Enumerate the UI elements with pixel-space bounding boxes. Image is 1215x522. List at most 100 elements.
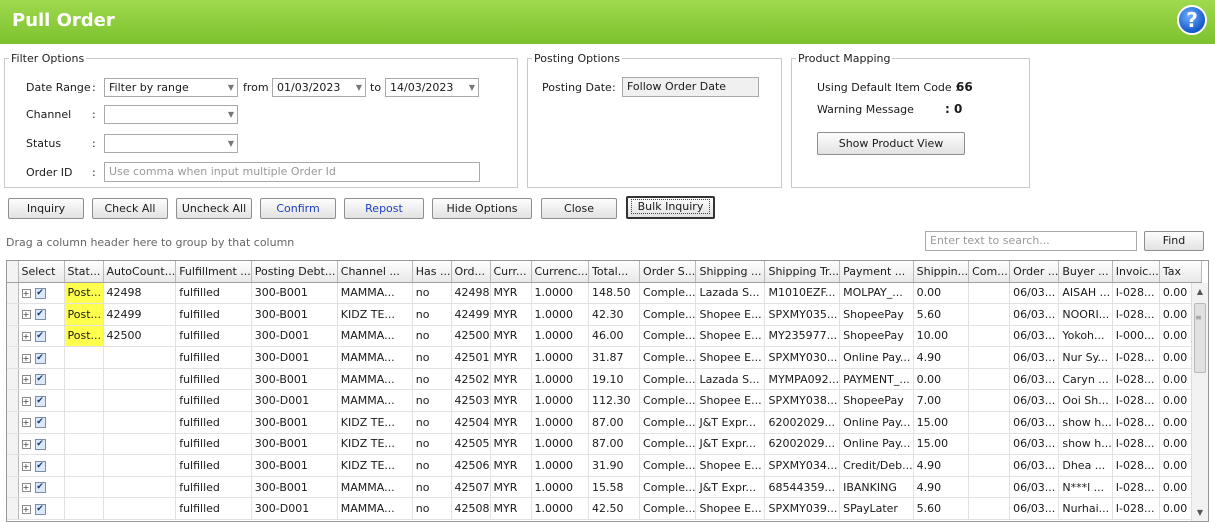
column-header[interactable]: Shippin... [913,261,970,283]
to-date-picker[interactable]: 14/03/2023 ▼ [385,78,479,97]
expand-icon[interactable]: + [21,504,31,514]
from-date-picker[interactable]: 01/03/2023 ▼ [272,78,366,97]
column-header[interactable]: Buyer ... [1058,261,1113,283]
order-id-input[interactable]: Use comma when input multiple Order Id [104,162,480,182]
column-header[interactable]: AutoCount... [103,261,177,283]
table-row[interactable]: + ✔ fulfilled 300-B001 KIDZ TE... no 42506 MYR 1… [7,454,1202,477]
table-cell: KIDZ TE... [337,303,413,326]
inquiry-button[interactable]: Inquiry [8,198,84,219]
table-row[interactable]: + ✔ fulfilled 300-D001 MAMMA... no 42508 MYR 1.0… [7,497,1202,521]
close-button[interactable]: Close [541,198,617,219]
select-cell[interactable]: + ✔ [18,389,65,413]
row-header[interactable] [7,346,19,369]
table-row[interactable]: + ✔ Post... 42499 fulfilled 300-B001 KIDZ TE..… [7,303,1202,326]
status-select[interactable]: ▼ [104,134,238,153]
check-all-button[interactable]: Check All [92,198,168,219]
column-header[interactable]: Order ... [1009,261,1060,283]
confirm-button[interactable]: Confirm [260,198,336,219]
table-row[interactable]: + ✔ Post... 42498 fulfilled 300-B001 MAMMA... n… [7,282,1202,305]
find-button[interactable]: Find [1144,231,1204,251]
table-cell: Post... [64,325,104,348]
expand-icon[interactable]: + [21,483,31,493]
select-cell[interactable]: + ✔ [18,346,65,369]
help-icon[interactable]: ? [1177,5,1207,35]
column-header[interactable]: Ord... [451,261,491,283]
column-header[interactable]: Com... [968,261,1011,283]
expand-icon[interactable]: + [21,375,31,385]
select-cell[interactable]: + ✔ [18,303,65,326]
search-input[interactable]: Enter text to search... [925,231,1137,251]
row-checkbox[interactable]: ✔ [34,482,46,494]
column-header[interactable]: Payment ... [839,261,914,283]
row-header[interactable] [7,476,19,499]
select-cell[interactable]: + ✔ [18,282,65,305]
table-row[interactable]: + ✔ fulfilled 300-B001 MAMMA... no 42507 MYR 1.0… [7,476,1202,499]
table-row[interactable]: + ✔ fulfilled 300-B001 KIDZ TE... no 42505 MYR 1… [7,433,1202,456]
column-header[interactable]: Has ... [412,261,452,283]
table-row[interactable]: + ✔ fulfilled 300-D001 MAMMA... no 42503 MYR 1.0… [7,389,1202,413]
expand-icon[interactable]: + [21,461,31,471]
select-cell[interactable]: + ✔ [18,433,65,456]
select-cell[interactable]: + ✔ [18,325,65,348]
table-row[interactable]: + ✔ fulfilled 300-D001 MAMMA... no 42501 MYR 1.0… [7,346,1202,369]
column-header[interactable]: Select [18,261,65,283]
row-header[interactable] [7,389,19,413]
column-header[interactable]: Shipping Tr... [764,261,841,283]
table-row[interactable]: + ✔ Post... 42500 fulfilled 300-D001 MAMMA... n… [7,325,1202,348]
row-header[interactable] [7,368,19,391]
channel-select[interactable]: ▼ [104,105,238,124]
scroll-down-icon[interactable]: ▼ [1192,504,1208,521]
select-cell[interactable]: + ✔ [18,497,65,521]
table-cell: Comple... [639,368,697,391]
row-header[interactable] [7,303,19,326]
scroll-up-icon[interactable]: ▲ [1192,283,1208,300]
column-header[interactable]: Fulfillment ... [175,261,252,283]
column-header[interactable]: Curr... [490,261,532,283]
row-header[interactable] [7,325,19,348]
row-checkbox[interactable]: ✔ [34,503,46,515]
row-header[interactable] [7,454,19,477]
row-checkbox[interactable]: ✔ [34,460,46,472]
expand-icon[interactable]: + [21,353,31,363]
row-checkbox[interactable]: ✔ [34,417,46,429]
column-header[interactable]: Channel ... [337,261,413,283]
table-row[interactable]: + ✔ fulfilled 300-B001 KIDZ TE... no 42504 MYR 1… [7,411,1202,434]
select-cell[interactable]: + ✔ [18,476,65,499]
select-cell[interactable]: + ✔ [18,454,65,477]
repost-button[interactable]: Repost [344,198,424,219]
show-product-view-button[interactable]: Show Product View [817,132,965,155]
row-checkbox[interactable]: ✔ [34,287,46,299]
column-header[interactable]: Tax [1159,261,1202,283]
table-row[interactable]: + ✔ fulfilled 300-B001 MAMMA... no 42502 MYR 1.0… [7,368,1202,391]
expand-icon[interactable]: + [21,418,31,428]
expand-icon[interactable]: + [21,439,31,449]
row-checkbox[interactable]: ✔ [34,330,46,342]
column-header[interactable]: Currenc... [531,261,590,283]
row-checkbox[interactable]: ✔ [34,374,46,386]
column-header[interactable]: Posting Debt... [251,261,338,283]
column-header[interactable]: Order S... [639,261,697,283]
grid-scrollbar[interactable]: ▲ ≡ ▼ [1191,283,1208,521]
row-header[interactable] [7,411,19,434]
row-header[interactable] [7,433,19,456]
column-header[interactable]: Total... [588,261,641,283]
column-header[interactable]: Invoic... [1112,261,1160,283]
row-checkbox[interactable]: ✔ [34,438,46,450]
expand-icon[interactable]: + [21,396,31,406]
row-checkbox[interactable]: ✔ [34,352,46,364]
select-cell[interactable]: + ✔ [18,411,65,434]
column-header[interactable]: Shipping ... [695,261,766,283]
expand-icon[interactable]: + [21,310,31,320]
row-header[interactable] [7,282,19,305]
column-header[interactable]: Stat... [64,261,104,283]
expand-icon[interactable]: + [21,331,31,341]
uncheck-all-button[interactable]: Uncheck All [176,198,252,219]
row-checkbox[interactable]: ✔ [34,309,46,321]
date-range-select[interactable]: Filter by range ▼ [104,78,238,97]
row-header[interactable] [7,497,19,521]
select-cell[interactable]: + ✔ [18,368,65,391]
hide-options-button[interactable]: Hide Options [432,198,532,219]
bulk-inquiry-button[interactable]: Bulk Inquiry [626,196,715,219]
row-checkbox[interactable]: ✔ [34,395,46,407]
expand-icon[interactable]: + [21,288,31,298]
